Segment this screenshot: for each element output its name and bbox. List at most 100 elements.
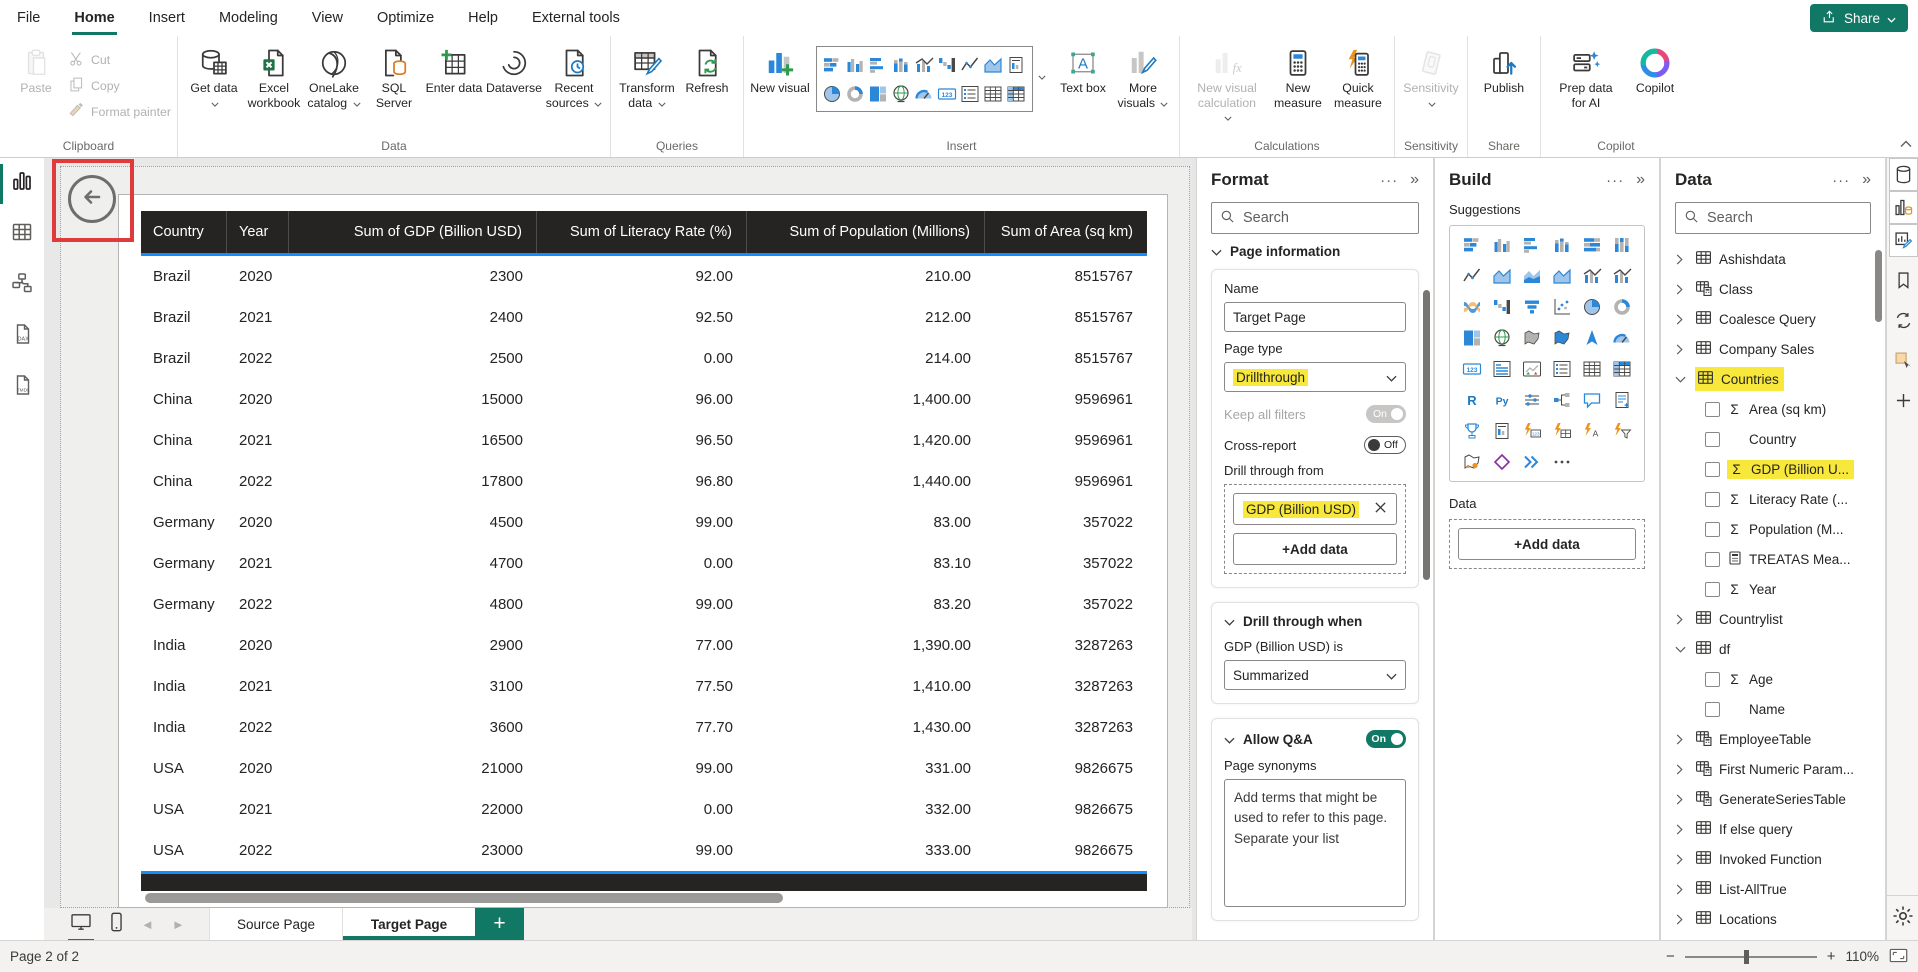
table-row[interactable]: China20221780096.801,440.009596961 — [141, 461, 1147, 502]
zapA-visual-icon[interactable]: A — [1582, 421, 1602, 441]
add-pane-icon[interactable] — [1889, 384, 1918, 417]
more-options-icon[interactable]: ··· — [1832, 172, 1850, 189]
menu-file[interactable]: File — [0, 0, 57, 36]
table-class[interactable]: Class — [1675, 274, 1871, 304]
waterfall-visual-icon[interactable] — [1492, 297, 1512, 317]
page-type-dropdown[interactable]: Drillthrough — [1224, 362, 1406, 392]
more-options-icon[interactable]: ··· — [1606, 172, 1624, 189]
narrative-visual-icon[interactable] — [1612, 390, 1632, 410]
column-header[interactable]: Sum of Area (sq km) — [985, 211, 1147, 253]
table-row[interactable]: Germany2020450099.0083.00357022 — [141, 502, 1147, 543]
gauge-visual-icon[interactable] — [914, 84, 934, 104]
collapse-pane-icon[interactable]: » — [1410, 171, 1419, 189]
col-stacked-visual-icon[interactable] — [1552, 235, 1572, 255]
filled-map-visual-icon[interactable] — [1522, 328, 1542, 348]
table-row[interactable]: USA2021220000.00332.009826675 — [141, 789, 1147, 830]
table-row[interactable]: India2020290077.001,390.003287263 — [141, 625, 1147, 666]
menu-external-tools[interactable]: External tools — [515, 0, 637, 36]
collapse-pane-icon[interactable]: » — [1862, 171, 1871, 189]
multirow-visual-icon[interactable] — [1492, 359, 1512, 379]
area-stacked-visual-icon[interactable] — [1522, 266, 1542, 286]
table-countries[interactable]: Countries — [1675, 364, 1871, 394]
chevron-down-icon[interactable] — [1675, 645, 1688, 654]
col-stacked-visual-icon[interactable] — [891, 55, 911, 75]
mobile-view-icon[interactable] — [110, 912, 123, 937]
ribbon-more-visuals-button[interactable]: More visuals — [1113, 38, 1173, 110]
table-df[interactable]: df — [1675, 634, 1871, 664]
chevron-right-icon[interactable] — [1675, 614, 1688, 625]
sidebar-tmdl-view[interactable]: TMDL — [0, 362, 44, 413]
drill-field-chip[interactable]: GDP (Billion USD) — [1233, 493, 1397, 525]
ribbon-recent-sources-button[interactable]: Recent sources — [544, 38, 604, 110]
chevron-right-icon[interactable] — [1675, 254, 1688, 265]
ribbon-copilot-button[interactable]: Copilot — [1625, 38, 1685, 96]
share-button[interactable]: Share — [1810, 4, 1908, 32]
nav-arrow-visual-icon[interactable] — [1582, 328, 1602, 348]
sidebar-report-view[interactable] — [0, 158, 44, 209]
section-drill-through-when[interactable]: Drill through when — [1224, 614, 1406, 629]
remove-field-icon[interactable] — [1374, 501, 1387, 517]
page-name-input[interactable]: Target Page — [1224, 302, 1406, 332]
donut-visual-icon[interactable] — [1612, 297, 1632, 317]
field-checkbox[interactable] — [1705, 672, 1720, 687]
table-list-alltrue[interactable]: List-AllTrue — [1675, 874, 1871, 904]
powerautomate-visual-icon[interactable] — [1522, 452, 1542, 472]
table-row[interactable]: China20211650096.501,420.009596961 — [141, 420, 1147, 461]
page-tab-target-page[interactable]: Target Page — [342, 908, 475, 940]
zoom-in-button[interactable]: + — [1827, 948, 1836, 965]
table-first-numeric-param-[interactable]: First Numeric Param... — [1675, 754, 1871, 784]
menu-optimize[interactable]: Optimize — [360, 0, 451, 36]
desktop-view-icon[interactable] — [70, 913, 92, 936]
page-tab-source-page[interactable]: Source Page — [209, 908, 342, 940]
sliders-visual-icon[interactable] — [1522, 390, 1542, 410]
next-page-arrow-icon[interactable]: ► — [172, 917, 185, 932]
table-row[interactable]: USA20222300099.00333.009826675 — [141, 830, 1147, 871]
drill-when-dropdown[interactable]: Summarized — [1224, 660, 1406, 690]
table-row[interactable]: Brazil202225000.00214.008515767 — [141, 338, 1147, 379]
map-arc-visual-icon[interactable] — [1462, 452, 1482, 472]
matrix-visual-icon[interactable] — [1006, 84, 1026, 104]
card123-visual-icon[interactable]: 123 — [937, 84, 957, 104]
Py-visual-icon[interactable]: Py — [1492, 390, 1512, 410]
slicer-visual-icon[interactable] — [960, 84, 980, 104]
bar-100-visual-icon[interactable] — [1582, 235, 1602, 255]
sidebar-model-view[interactable] — [0, 260, 44, 311]
table-visual-icon[interactable] — [983, 84, 1003, 104]
col-clustered-visual-icon[interactable] — [845, 55, 865, 75]
field-treatas-mea-[interactable]: TREATAS Mea... — [1675, 544, 1871, 574]
settings-gear-icon[interactable] — [1889, 902, 1918, 935]
table-generateseriestable[interactable]: GenerateSeriesTable — [1675, 784, 1871, 814]
zap123-visual-icon[interactable]: 123 — [1522, 421, 1542, 441]
menu-home[interactable]: Home — [57, 0, 131, 36]
combo2-visual-icon[interactable] — [1612, 266, 1632, 286]
column-header[interactable]: Sum of Population (Millions) — [747, 211, 985, 253]
table-visual[interactable]: CountryYearSum of GDP (Billion USD)Sum o… — [118, 194, 1168, 908]
field-age[interactable]: ΣAge — [1675, 664, 1871, 694]
field-checkbox[interactable] — [1705, 402, 1720, 417]
section-page-information[interactable]: Page information — [1211, 244, 1419, 259]
field-checkbox[interactable] — [1705, 582, 1720, 597]
globe-visual-icon[interactable] — [891, 84, 911, 104]
menu-insert[interactable]: Insert — [132, 0, 202, 36]
line-visual-icon[interactable] — [960, 55, 980, 75]
column-header[interactable]: Sum of Literacy Rate (%) — [537, 211, 747, 253]
globe-visual-icon[interactable] — [1492, 328, 1512, 348]
table-invoked-function[interactable]: Invoked Function — [1675, 844, 1871, 874]
cross-report-toggle[interactable]: Off — [1364, 436, 1406, 454]
funnel-visual-icon[interactable] — [1522, 297, 1542, 317]
table-visual-icon[interactable] — [1582, 359, 1602, 379]
table-row[interactable]: Germany202147000.0083.10357022 — [141, 543, 1147, 584]
build-pane-toggle-icon[interactable] — [1889, 191, 1918, 224]
bar-clustered-visual-icon[interactable] — [868, 55, 888, 75]
field-checkbox[interactable] — [1705, 432, 1720, 447]
col-100-visual-icon[interactable] — [1612, 235, 1632, 255]
scatter-visual-icon[interactable] — [1552, 297, 1572, 317]
chevron-right-icon[interactable] — [1675, 914, 1688, 925]
ribbon-sql-server-button[interactable]: SQL Server — [364, 38, 424, 110]
table-row[interactable]: China20201500096.001,400.009596961 — [141, 379, 1147, 420]
ribbon-transform-data-button[interactable]: Transform data — [617, 38, 677, 110]
field-year[interactable]: ΣYear — [1675, 574, 1871, 604]
section-allow-qa[interactable]: Allow Q&A On — [1224, 730, 1406, 748]
data-pane-toggle-icon[interactable] — [1889, 158, 1918, 191]
ribbon-visual-icon[interactable] — [1462, 297, 1482, 317]
